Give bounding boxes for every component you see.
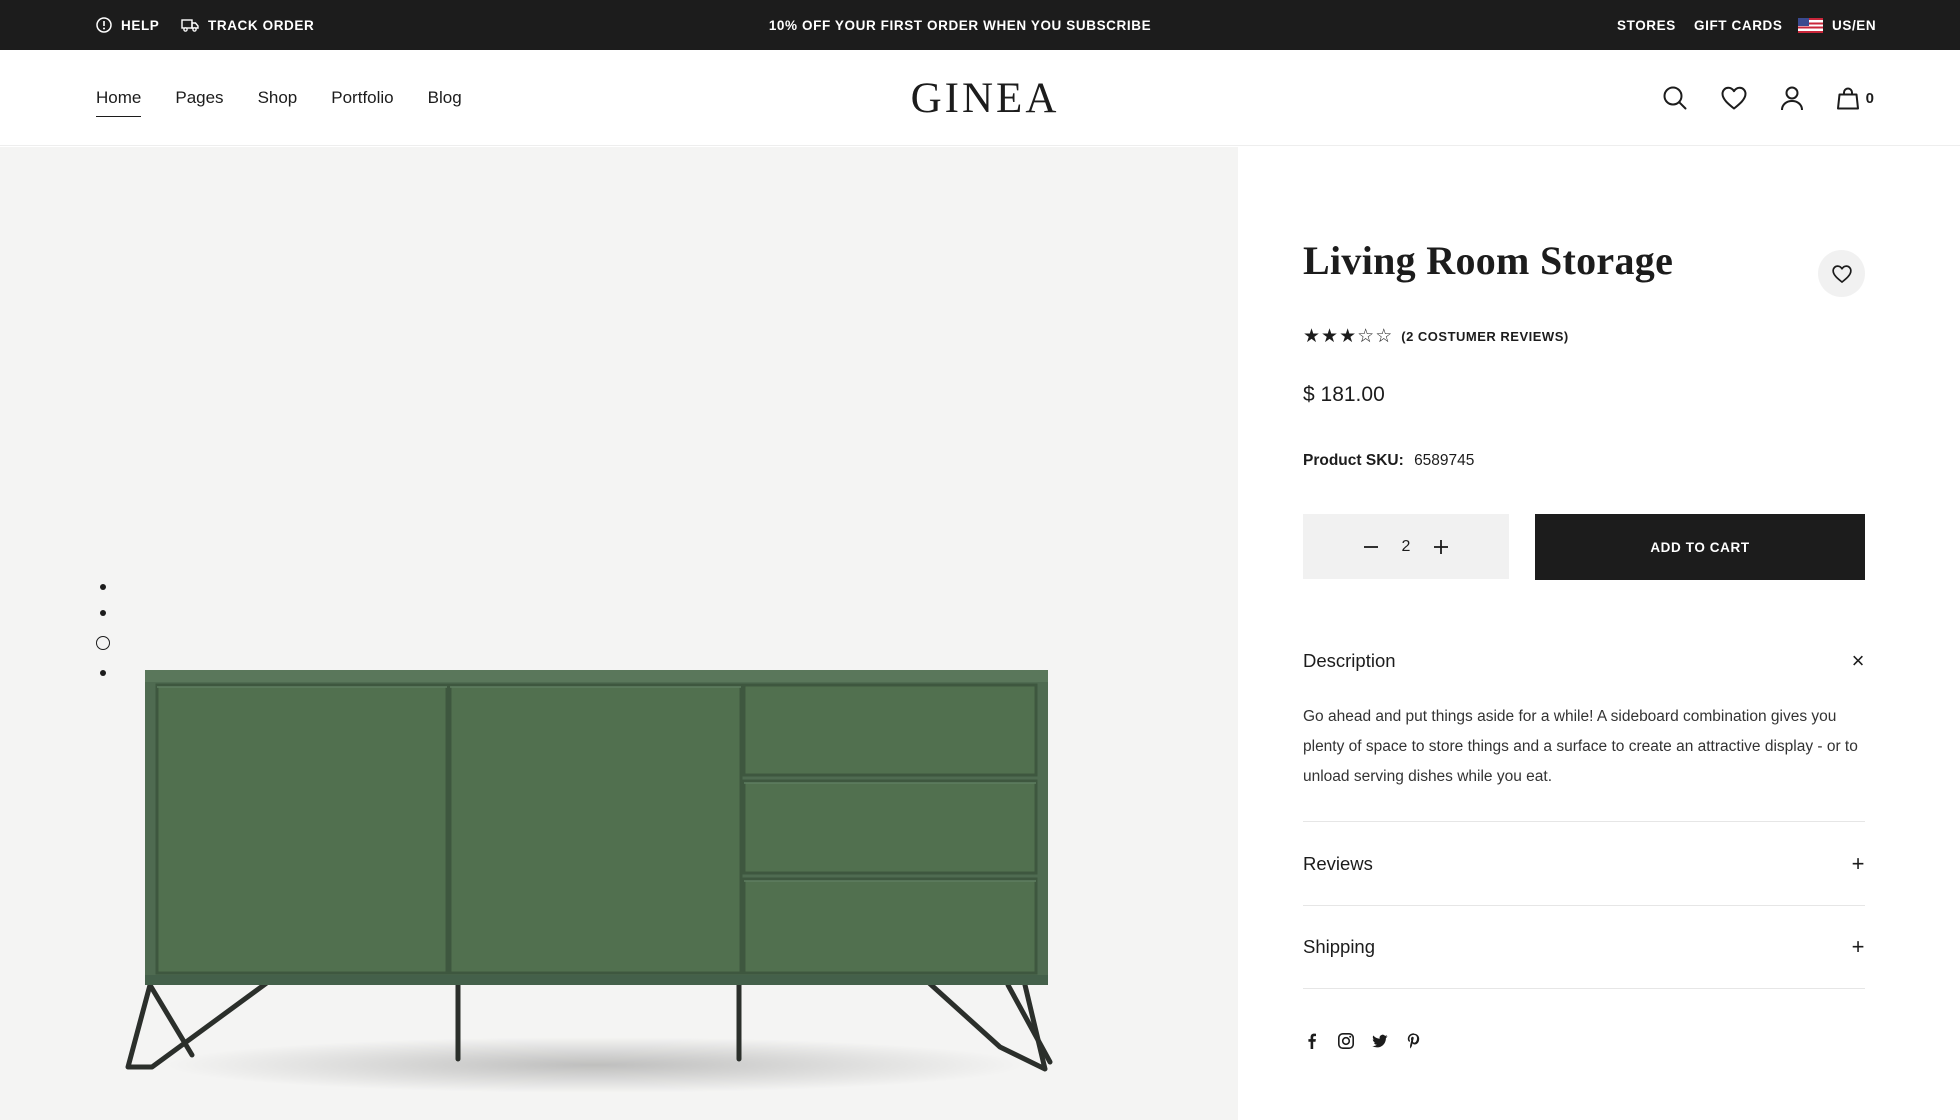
promo-text: 10% OFF YOUR FIRST ORDER WHEN YOU SUBSCR… bbox=[768, 17, 1152, 33]
star-rating: ★ ★ ★ ☆ ☆ bbox=[1303, 327, 1393, 346]
increase-quantity-button[interactable] bbox=[1421, 527, 1461, 567]
description-title: Description bbox=[1303, 650, 1396, 671]
account-button[interactable] bbox=[1780, 85, 1804, 111]
nav-shop[interactable]: Shop bbox=[258, 82, 298, 114]
product-price: $ 181.00 bbox=[1303, 383, 1385, 406]
instagram-icon bbox=[1337, 1032, 1354, 1049]
instagram-link[interactable] bbox=[1337, 1032, 1355, 1050]
gallery-dot[interactable] bbox=[100, 584, 106, 590]
description-toggle[interactable]: Description × bbox=[1303, 638, 1865, 684]
us-flag-icon bbox=[1798, 17, 1823, 33]
gift-cards-label: GIFT CARDS bbox=[1694, 17, 1783, 33]
product-gallery bbox=[0, 147, 1238, 1120]
nav-blog[interactable]: Blog bbox=[428, 82, 462, 114]
star-filled-icon: ★ bbox=[1303, 326, 1321, 347]
nav-pages[interactable]: Pages bbox=[175, 82, 223, 114]
announcement-bar: HELP TRACK ORDER 10% OFF YOUR FIRST ORDE… bbox=[0, 0, 1960, 50]
pinterest-link[interactable] bbox=[1405, 1032, 1423, 1050]
gallery-dot[interactable] bbox=[100, 670, 106, 676]
gallery-dot-active[interactable] bbox=[96, 636, 110, 650]
main-nav: Home Pages Shop Portfolio Blog bbox=[96, 50, 496, 146]
gallery-pagination bbox=[96, 584, 110, 696]
wishlist-button[interactable] bbox=[1720, 85, 1748, 111]
social-share bbox=[1303, 1032, 1439, 1050]
quantity-value[interactable]: 2 bbox=[1391, 538, 1421, 556]
reviews-title: Reviews bbox=[1303, 853, 1373, 874]
add-to-cart-button[interactable]: ADD TO CART bbox=[1535, 514, 1865, 580]
heart-icon bbox=[1721, 86, 1747, 110]
site-header: Home Pages Shop Portfolio Blog GINEA 0 bbox=[0, 50, 1960, 146]
shipping-toggle[interactable]: Shipping + bbox=[1303, 906, 1865, 988]
truck-icon bbox=[181, 19, 199, 32]
quantity-stepper: 2 bbox=[1303, 514, 1509, 579]
reviews-toggle[interactable]: Reviews + bbox=[1303, 822, 1865, 906]
description-section: Description × Go ahead and put things as… bbox=[1303, 638, 1865, 792]
nav-home[interactable]: Home bbox=[96, 82, 142, 117]
pinterest-icon bbox=[1407, 1033, 1420, 1049]
nav-portfolio[interactable]: Portfolio bbox=[331, 82, 393, 114]
gift-cards-link[interactable]: GIFT CARDS bbox=[1694, 0, 1783, 50]
stores-label: STORES bbox=[1617, 17, 1676, 33]
product-rating: ★ ★ ★ ☆ ☆ (2 COSTUMER REVIEWS) bbox=[1303, 327, 1569, 346]
stores-link[interactable]: STORES bbox=[1617, 0, 1676, 50]
facebook-icon bbox=[1308, 1033, 1316, 1049]
plus-icon: + bbox=[1851, 851, 1865, 876]
reviews-count[interactable]: (2 COSTUMER REVIEWS) bbox=[1401, 329, 1568, 344]
decrease-quantity-button[interactable] bbox=[1351, 527, 1391, 567]
plus-icon: + bbox=[1851, 934, 1865, 959]
heart-icon bbox=[1831, 264, 1852, 283]
search-icon bbox=[1663, 86, 1687, 110]
product-sku: Product SKU: 6589745 bbox=[1303, 452, 1474, 470]
star-filled-icon: ★ bbox=[1321, 326, 1339, 347]
track-order-link[interactable]: TRACK ORDER bbox=[181, 0, 314, 50]
gallery-dot[interactable] bbox=[100, 610, 106, 616]
product-image bbox=[125, 670, 1053, 1093]
star-empty-icon: ☆ bbox=[1375, 326, 1393, 347]
sku-value: 6589745 bbox=[1414, 452, 1475, 469]
info-icon bbox=[96, 17, 112, 33]
language-selector[interactable]: US/EN bbox=[1798, 0, 1876, 50]
cart-button[interactable]: 0 bbox=[1836, 86, 1874, 110]
minus-icon bbox=[1364, 545, 1378, 548]
twitter-link[interactable] bbox=[1371, 1032, 1389, 1050]
facebook-link[interactable] bbox=[1303, 1032, 1321, 1050]
header-actions: 0 bbox=[1630, 50, 1874, 146]
help-label: HELP bbox=[121, 17, 160, 33]
user-icon bbox=[1780, 86, 1803, 111]
language-label: US/EN bbox=[1832, 17, 1877, 33]
shipping-section: Shipping + bbox=[1303, 906, 1865, 988]
twitter-icon bbox=[1372, 1034, 1388, 1048]
add-to-wishlist-button[interactable] bbox=[1818, 250, 1865, 297]
product-title: Living Room Storage bbox=[1303, 238, 1674, 283]
sku-label: Product SKU: bbox=[1303, 452, 1404, 469]
plus-icon bbox=[1434, 539, 1448, 554]
cart-count: 0 bbox=[1865, 89, 1874, 107]
star-filled-icon: ★ bbox=[1339, 326, 1357, 347]
divider bbox=[1303, 988, 1865, 989]
track-order-label: TRACK ORDER bbox=[208, 17, 315, 33]
description-text: Go ahead and put things aside for a whil… bbox=[1303, 708, 1858, 785]
site-logo[interactable]: GINEA bbox=[911, 74, 1060, 123]
star-empty-icon: ☆ bbox=[1357, 326, 1375, 347]
help-link[interactable]: HELP bbox=[96, 0, 159, 50]
search-button[interactable] bbox=[1662, 85, 1688, 111]
shipping-title: Shipping bbox=[1303, 936, 1376, 957]
close-icon: × bbox=[1851, 648, 1865, 673]
reviews-section: Reviews + bbox=[1303, 822, 1865, 906]
bag-icon bbox=[1836, 87, 1859, 110]
